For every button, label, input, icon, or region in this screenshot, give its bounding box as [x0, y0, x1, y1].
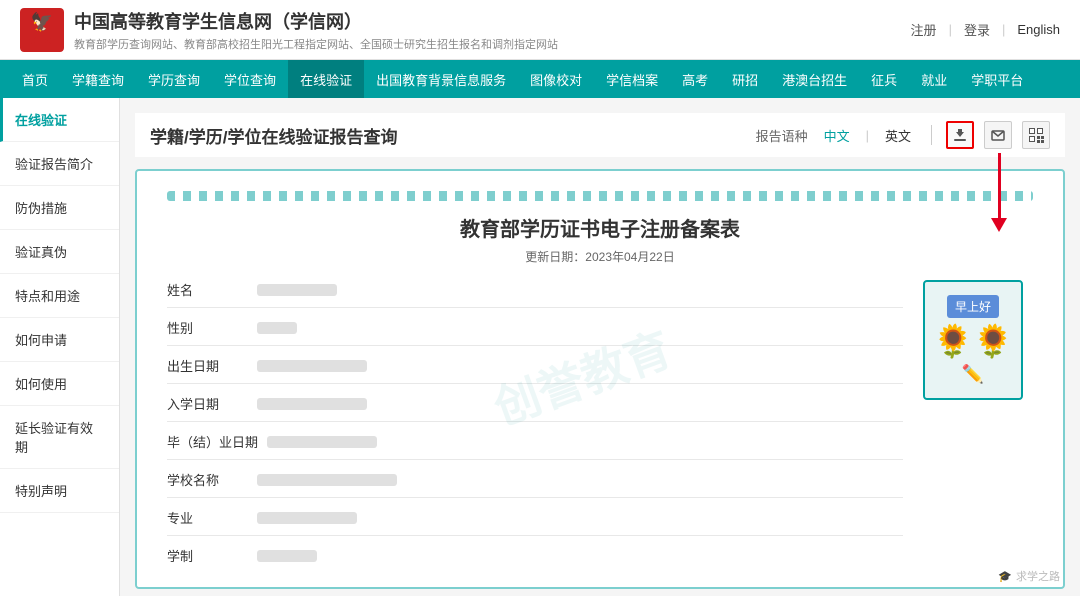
content-area: 学籍/学历/学位在线验证报告查询 报告语种 中文 | 英文 [120, 98, 1080, 596]
photo-flowers-icon: 🌻🌻 [933, 324, 1013, 359]
sidebar-item-yanzhenzhenwei[interactable]: 验证真伪 [0, 230, 119, 274]
field-value-name [257, 284, 337, 296]
content-tools: 报告语种 中文 | 英文 [756, 121, 1050, 149]
nav-xuexindangan[interactable]: 学信档案 [594, 60, 670, 98]
field-label-name: 姓名 [167, 280, 257, 299]
content-title: 学籍/学历/学位在线验证报告查询 [150, 123, 397, 148]
download-icon [952, 127, 968, 143]
cert-field-gender: 性别 [167, 318, 903, 346]
cert-field-studylength: 学制 [167, 546, 903, 573]
lang-en-btn[interactable]: 英文 [879, 124, 917, 147]
nav-tuxiang[interactable]: 图像校对 [518, 60, 594, 98]
nav-yanzao[interactable]: 研招 [720, 60, 770, 98]
field-value-birthdate [257, 360, 367, 372]
cert-title: 教育部学历证书电子注册备案表 [167, 213, 1033, 242]
photo-box: 早上好 🌻🌻 ✏️ [923, 280, 1023, 400]
cert-field-enrolldate: 入学日期 [167, 394, 903, 422]
cert-date: 更新日期：2023年04月22日 [167, 248, 1033, 265]
nav-bar: 首页 学籍查询 学历查询 学位查询 在线验证 出国教育背景信息服务 图像校对 学… [0, 60, 1080, 98]
header-right: 注册 | 登录 | English [911, 20, 1060, 39]
lang-label: 报告语种 [756, 126, 808, 145]
chsi-label: CHSI [29, 35, 55, 47]
nav-home[interactable]: 首页 [10, 60, 60, 98]
cert-border-top [167, 191, 1033, 201]
field-label-enrolldate: 入学日期 [167, 394, 257, 413]
watermark-label: 求学之路 [1016, 568, 1060, 584]
sidebar-item-ruhezenqing[interactable]: 如何申请 [0, 318, 119, 362]
field-value-enrolldate [257, 398, 367, 410]
site-title-area: 中国高等教育学生信息网（学信网） 教育部学历查询网站、教育部高校招生阳光工程指定… [74, 8, 558, 52]
nav-zaixianyanzhen[interactable]: 在线验证 [288, 60, 364, 98]
field-value-graddate [267, 436, 377, 448]
content-header: 学籍/学历/学位在线验证报告查询 报告语种 中文 | 英文 [135, 113, 1065, 157]
field-label-major: 专业 [167, 508, 257, 527]
cert-body: 姓名 性别 出生日期 [167, 280, 1033, 583]
sidebar-item-teshuoshengming[interactable]: 特别声明 [0, 469, 119, 513]
english-lang-link[interactable]: English [1017, 22, 1060, 37]
main-layout: 在线验证 验证报告简介 防伪措施 验证真伪 特点和用途 如何申请 如何使用 延长… [0, 98, 1080, 596]
separator2: | [1002, 22, 1005, 37]
field-label-studylength: 学制 [167, 546, 257, 565]
lang-zh-btn[interactable]: 中文 [818, 124, 856, 147]
sidebar: 在线验证 验证报告简介 防伪措施 验证真伪 特点和用途 如何申请 如何使用 延长… [0, 98, 120, 596]
logo-area: 🦅 CHSI 中国高等教育学生信息网（学信网） 教育部学历查询网站、教育部高校招… [20, 8, 558, 52]
nav-zhengbing[interactable]: 征兵 [859, 60, 909, 98]
nav-gaokao[interactable]: 高考 [670, 60, 720, 98]
sidebar-item-zaixianyanzhen[interactable]: 在线验证 [0, 98, 119, 142]
field-value-major [257, 512, 357, 524]
sidebar-item-yanchangyoujiaoqi[interactable]: 延长验证有效期 [0, 406, 119, 469]
login-link[interactable]: 登录 [964, 20, 990, 39]
nav-xuezhipingtai[interactable]: 学职平台 [959, 60, 1035, 98]
nav-xuejichaxun[interactable]: 学籍查询 [60, 60, 136, 98]
nav-jiuye[interactable]: 就业 [909, 60, 959, 98]
field-label-birthdate: 出生日期 [167, 356, 257, 375]
certificate-wrapper: 教育部学历证书电子注册备案表 更新日期：2023年04月22日 姓名 性别 [135, 169, 1065, 589]
cert-field-major: 专业 [167, 508, 903, 536]
cert-photo: 早上好 🌻🌻 ✏️ [923, 280, 1033, 583]
nav-xueweichaxun[interactable]: 学位查询 [212, 60, 288, 98]
logo-bird-icon: 🦅 [31, 12, 53, 33]
field-label-graddate: 毕（结）业日期 [167, 432, 267, 451]
register-link[interactable]: 注册 [911, 20, 937, 39]
field-label-school: 学校名称 [167, 470, 257, 489]
field-label-gender: 性别 [167, 318, 257, 337]
divider [931, 125, 932, 145]
photo-pencil-icon: ✏️ [962, 364, 984, 385]
photo-morning-text: 早上好 [947, 295, 999, 318]
download-button[interactable] [946, 121, 974, 149]
sidebar-item-tedianyheyongtu[interactable]: 特点和用途 [0, 274, 119, 318]
cert-field-graddate: 毕（结）业日期 [167, 432, 903, 460]
qr-icon [1028, 127, 1044, 143]
field-value-school [257, 474, 397, 486]
lang-sep: | [866, 128, 869, 143]
field-value-studylength [257, 550, 317, 562]
cert-field-school: 学校名称 [167, 470, 903, 498]
sidebar-item-fangweicuoshi[interactable]: 防伪措施 [0, 186, 119, 230]
qr-button[interactable] [1022, 121, 1050, 149]
header: 🦅 CHSI 中国高等教育学生信息网（学信网） 教育部学历查询网站、教育部高校招… [0, 0, 1080, 60]
email-icon [990, 127, 1006, 143]
nav-chuguo[interactable]: 出国教育背景信息服务 [364, 60, 518, 98]
bottom-watermark: 🎓 求学之路 [998, 568, 1060, 584]
email-button[interactable] [984, 121, 1012, 149]
sidebar-item-yanzhenbaogaojianjie[interactable]: 验证报告简介 [0, 142, 119, 186]
field-value-gender [257, 322, 297, 334]
separator: | [949, 22, 952, 37]
cert-field-name: 姓名 [167, 280, 903, 308]
cert-field-birthdate: 出生日期 [167, 356, 903, 384]
certificate: 教育部学历证书电子注册备案表 更新日期：2023年04月22日 姓名 性别 [135, 169, 1065, 589]
cert-fields: 姓名 性别 出生日期 [167, 280, 903, 583]
nav-gangyao[interactable]: 港澳台招生 [770, 60, 859, 98]
site-title: 中国高等教育学生信息网（学信网） [74, 8, 558, 34]
site-subtitle: 教育部学历查询网站、教育部高校招生阳光工程指定网站、全国硕士研究生招生报名和调剂… [74, 36, 558, 52]
logo-icon: 🦅 CHSI [20, 8, 64, 52]
sidebar-item-ruheshiyong[interactable]: 如何使用 [0, 362, 119, 406]
nav-xuelichaxun[interactable]: 学历查询 [136, 60, 212, 98]
watermark-icon: 🎓 [998, 570, 1012, 583]
